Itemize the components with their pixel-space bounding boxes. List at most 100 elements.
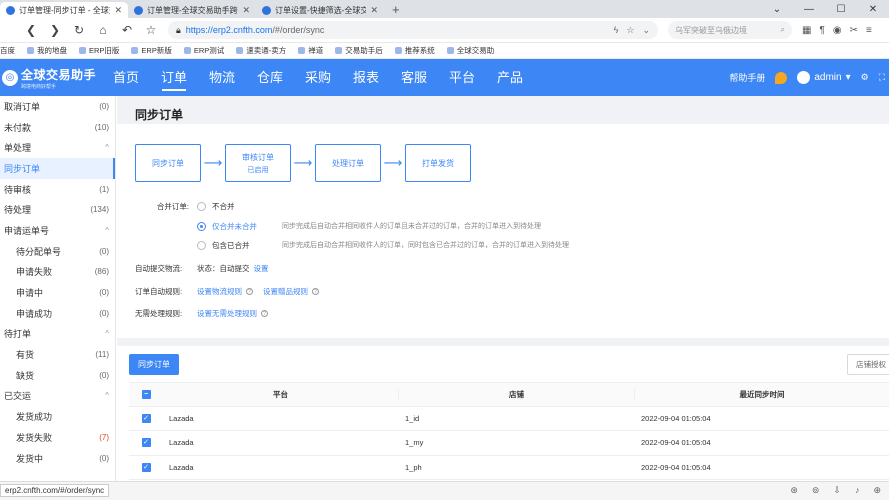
settings-gear-icon[interactable]: ⚙ xyxy=(861,72,869,83)
sync-orders-button[interactable]: 同步订单 xyxy=(129,354,179,375)
extension-icon[interactable]: ¶ xyxy=(819,25,824,36)
nav-products[interactable]: 产品 xyxy=(486,59,534,96)
sidebar-item[interactable]: 待分配单号 (0) xyxy=(0,241,115,262)
merge-option-include[interactable]: 包含已合并 xyxy=(197,240,250,251)
forward-icon[interactable]: ❯ xyxy=(48,23,62,37)
sidebar-item[interactable]: 未付款 (10) xyxy=(0,117,115,138)
bookmark[interactable]: 速卖通-卖方 xyxy=(236,45,286,56)
zoom-icon[interactable]: ⊕ xyxy=(873,485,881,496)
sidebar-item[interactable]: 申请成功 (0) xyxy=(0,303,115,324)
status-icon[interactable]: ⊚ xyxy=(812,485,820,496)
star-icon[interactable]: ☆ xyxy=(144,23,158,37)
home-icon[interactable]: ⌂ xyxy=(96,23,110,37)
row-checkbox[interactable]: ✓ xyxy=(141,413,151,423)
nav-warehouse[interactable]: 仓库 xyxy=(246,59,294,96)
browser-tab[interactable]: 订单管理-全球交易助手跨境电 ✕ xyxy=(128,2,256,18)
bookmark[interactable]: 交易助手后 xyxy=(335,45,383,56)
sidebar-item[interactable]: 取消订单 (0) xyxy=(0,96,115,117)
help-icon[interactable]: ? xyxy=(246,288,253,295)
bookmark[interactable]: 推荐系统 xyxy=(394,45,435,56)
close-tab-icon[interactable]: ✕ xyxy=(242,5,250,16)
chevron-down-icon[interactable]: ⌄ xyxy=(642,25,650,36)
extension-icon[interactable]: ◉ xyxy=(833,25,842,36)
radio-button[interactable] xyxy=(197,222,206,231)
help-icon[interactable]: ? xyxy=(261,310,268,317)
expand-icon[interactable]: ⛶ xyxy=(879,72,885,83)
help-manual-link[interactable]: 帮助手册 xyxy=(729,71,765,84)
sidebar-item[interactable]: 申请失败 (86) xyxy=(0,262,115,283)
status-icon[interactable]: ⊛ xyxy=(790,485,798,496)
table-row[interactable]: ✓ Lazada 1_ph 2022-09-04 01:05:04 xyxy=(129,456,889,480)
close-tab-icon[interactable]: ✕ xyxy=(370,5,378,16)
close-tab-icon[interactable]: ✕ xyxy=(114,5,122,16)
sidebar-item[interactable]: 已交运 ^ xyxy=(0,386,115,407)
user-menu[interactable]: admin ▾ xyxy=(797,71,851,84)
row-checkbox[interactable]: ✓ xyxy=(141,438,151,448)
nav-service[interactable]: 客服 xyxy=(390,59,438,96)
apps-grid-icon[interactable]: ▦ xyxy=(802,25,811,36)
no-process-rule-link[interactable]: 设置无需处理规则 xyxy=(197,308,257,319)
row-checkbox[interactable]: ✓ xyxy=(141,462,151,472)
merge-option-unmerged[interactable]: 仅合并未合并 xyxy=(197,221,257,232)
sidebar-item[interactable]: 缺货 (0) xyxy=(0,365,115,386)
browser-search-box[interactable]: 乌军突破至乌俄边境 ⌕ xyxy=(668,21,792,39)
bookmark[interactable]: 我的地盘 xyxy=(27,45,67,56)
address-bar[interactable]: 🔒︎ https://erp2.cnfth.com/#/order/sync ϟ… xyxy=(168,21,658,39)
scissors-icon[interactable]: ✂ xyxy=(850,25,858,36)
sidebar-item[interactable]: 申请中 (0) xyxy=(0,282,115,303)
speaker-icon[interactable]: ♪ xyxy=(855,485,860,496)
shop-auth-button[interactable]: 店铺授权 xyxy=(847,354,889,375)
sidebar-item[interactable]: 同步订单 xyxy=(0,158,115,179)
flow-step-process[interactable]: 处理订单 xyxy=(315,144,381,182)
bookmark[interactable]: ERP旧版 xyxy=(79,45,119,56)
lightning-icon[interactable]: ϟ xyxy=(614,25,619,36)
rocket-icon[interactable] xyxy=(775,71,788,84)
nav-purchase[interactable]: 采购 xyxy=(294,59,342,96)
logistics-rule-link[interactable]: 设置物流规则 xyxy=(197,286,242,297)
nav-platform[interactable]: 平台 xyxy=(438,59,486,96)
help-icon[interactable]: ? xyxy=(312,288,319,295)
new-tab-icon[interactable]: + xyxy=(384,2,408,18)
sidebar-item[interactable]: 待审核 (1) xyxy=(0,179,115,200)
download-icon[interactable]: ⇩ xyxy=(833,485,841,496)
maximize-icon[interactable]: ☐ xyxy=(825,4,857,15)
browser-tab[interactable]: 订单管理-同步订单 - 全球交易助 ✕ xyxy=(0,2,128,18)
bookmark[interactable]: ERP新版 xyxy=(131,45,172,56)
select-all-checkbox[interactable]: − xyxy=(141,389,151,399)
sidebar-item[interactable]: 待打单 ^ xyxy=(0,324,115,345)
close-window-icon[interactable]: ✕ xyxy=(857,4,889,15)
nav-logistics[interactable]: 物流 xyxy=(198,59,246,96)
undo-icon[interactable]: ↶ xyxy=(120,23,134,37)
nav-orders[interactable]: 订单 xyxy=(150,59,198,96)
sidebar-item[interactable]: 发货成功 xyxy=(0,406,115,427)
bookmark[interactable]: 百度 xyxy=(0,45,15,56)
search-icon[interactable]: ⌕ xyxy=(781,25,785,35)
flow-step-ship[interactable]: 打单发货 xyxy=(405,144,471,182)
sidebar-item[interactable]: 发货失败 (7) xyxy=(0,427,115,448)
sidebar-item[interactable]: 单处理 ^ xyxy=(0,137,115,158)
bookmark[interactable]: 禅道 xyxy=(298,45,323,56)
app-logo[interactable]: ◎ 全球交易助手 跨境电商好帮手 xyxy=(0,66,100,90)
bookmark[interactable]: ERP测试 xyxy=(183,45,224,56)
gift-rule-link[interactable]: 设置赠品规则 xyxy=(263,286,308,297)
menu-icon[interactable]: ≡ xyxy=(866,25,872,36)
nav-reports[interactable]: 报表 xyxy=(342,59,390,96)
bookmark-star-icon[interactable]: ☆ xyxy=(626,25,634,36)
merge-option-none[interactable]: 不合并 xyxy=(197,201,235,212)
table-row[interactable]: ✓ Lazada 1_id 2022-09-04 01:05:04 xyxy=(129,407,889,431)
dropdown-icon[interactable]: ⌄ xyxy=(761,4,793,15)
browser-tab[interactable]: 订单设置-快捷筛选-全球交易 ✕ xyxy=(256,2,384,18)
sidebar-item[interactable]: 申请运单号 ^ xyxy=(0,220,115,241)
sidebar-item[interactable]: 待处理 (134) xyxy=(0,199,115,220)
minimize-icon[interactable]: — xyxy=(793,4,825,15)
table-row[interactable]: ✓ Lazada 1_my 2022-09-04 01:05:04 xyxy=(129,431,889,456)
flow-step-sync[interactable]: 同步订单 xyxy=(135,144,201,182)
radio-button[interactable] xyxy=(197,241,206,250)
auto-logistics-setting-link[interactable]: 设置 xyxy=(254,263,269,274)
bookmark[interactable]: 全球交易助 xyxy=(446,45,494,56)
sidebar-item[interactable]: 有货 (11) xyxy=(0,344,115,365)
reload-icon[interactable]: ↻ xyxy=(72,23,86,37)
nav-home[interactable]: 首页 xyxy=(102,59,150,96)
flow-step-review[interactable]: 审核订单 已启用 xyxy=(225,144,291,182)
sidebar-item[interactable]: 发货中 (0) xyxy=(0,448,115,469)
